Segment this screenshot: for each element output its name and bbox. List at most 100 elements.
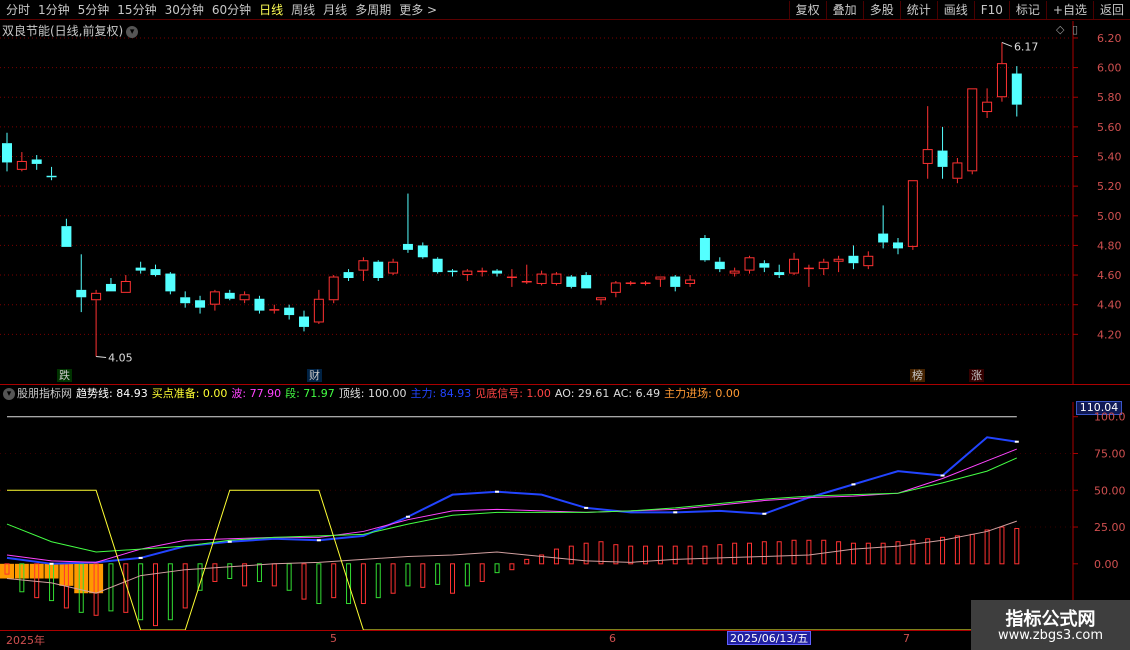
- main-force-dot: [762, 512, 767, 515]
- candle: [432, 257, 443, 274]
- ac-bar: [969, 533, 975, 565]
- ac-bar: [865, 542, 871, 565]
- period-tab[interactable]: 15分钟: [113, 2, 160, 18]
- ac-bar: [479, 563, 485, 582]
- indicator-value: 买点准备: 0.00: [151, 387, 228, 400]
- toolbar-button[interactable]: 复权: [788, 1, 826, 19]
- indicator-tick-label: 50.00: [1094, 484, 1126, 497]
- candle: [462, 269, 473, 281]
- ac-bar: [271, 563, 277, 587]
- indicator-chart[interactable]: 100.0 75.00 50.00 25.00 0.00: [0, 402, 1130, 630]
- candle-body: [165, 273, 176, 292]
- candle: [105, 278, 116, 292]
- candle-body: [299, 316, 309, 327]
- candle-body: [284, 307, 295, 316]
- candlestick-panel[interactable]: 6.20 6.00 5.80 5.60 5.40 5.20 5.00 4.80 4.60 4.40…: [0, 21, 1130, 385]
- candle: [31, 155, 42, 170]
- candle-body: [818, 261, 829, 270]
- ac-bar: [464, 563, 470, 587]
- ac-bar: [836, 541, 842, 565]
- candle-body: [195, 300, 206, 308]
- ac-bar: [331, 563, 337, 599]
- period-tab[interactable]: 分时: [2, 2, 34, 18]
- chevron-down-icon[interactable]: ▾: [3, 387, 15, 400]
- ac-bar: [390, 563, 396, 594]
- chevron-down-icon[interactable]: ▾: [126, 25, 139, 38]
- candle-body: [581, 275, 592, 289]
- candle-body: [16, 160, 27, 170]
- diamond-icon[interactable]: ◇: [1056, 23, 1064, 36]
- watermark-url: www.zbgs3.com: [997, 628, 1104, 643]
- main-force-entry-bar: [89, 563, 104, 594]
- ac-bar: [301, 563, 307, 600]
- date-axis: 2025年 5 6 2025/06/13/五 7: [0, 630, 1130, 650]
- period-tab[interactable]: 周线: [287, 2, 319, 18]
- action-buttons: 复权 叠加 多股 统计 画线 F10 标记 +自选 返回: [788, 1, 1130, 19]
- period-tab[interactable]: 日线: [255, 2, 287, 18]
- toolbar-button[interactable]: 统计: [899, 1, 937, 19]
- marker-cai[interactable]: 财: [307, 369, 322, 382]
- candle: [818, 258, 829, 276]
- candle-body: [596, 297, 606, 301]
- candle-body: [685, 279, 696, 284]
- period-tab[interactable]: 多周期: [351, 2, 395, 18]
- marker-zhang[interactable]: 涨: [969, 369, 984, 382]
- ac-bar: [747, 542, 752, 565]
- indicator-value: 趋势线: 84.93: [76, 387, 148, 400]
- main-force-dot: [495, 490, 500, 493]
- candle-body: [714, 261, 725, 270]
- ac-bar: [687, 545, 693, 565]
- candle: [313, 289, 324, 324]
- ac-bar: [286, 563, 292, 591]
- window-icon[interactable]: ▯: [1072, 23, 1078, 36]
- candle-body: [31, 159, 42, 164]
- candle-body: [893, 242, 903, 249]
- candle: [967, 88, 978, 175]
- candle: [224, 289, 235, 301]
- candle: [878, 205, 889, 249]
- indicator-value: 见底信号: 1.00: [475, 387, 551, 400]
- toolbar-button[interactable]: F10: [973, 1, 1009, 19]
- toolbar-button[interactable]: 标记: [1008, 1, 1046, 19]
- toolbar-button[interactable]: 叠加: [825, 1, 863, 19]
- candle: [536, 270, 547, 286]
- candle-body: [521, 280, 532, 283]
- ac-bar: [761, 541, 767, 565]
- toolbar-button[interactable]: 多股: [862, 1, 900, 19]
- main-force-entry-bar: [0, 563, 14, 579]
- candle: [789, 252, 800, 276]
- candle-body: [328, 276, 339, 301]
- ac-bar: [420, 563, 426, 588]
- candle-body: [833, 258, 844, 262]
- ac-bar: [435, 563, 441, 585]
- ac-bar: [895, 541, 901, 565]
- candle: [402, 193, 413, 253]
- ac-bar: [182, 563, 188, 609]
- candle: [907, 180, 918, 250]
- main-force-dot: [584, 506, 589, 509]
- toolbar-button[interactable]: 画线: [936, 1, 974, 19]
- candle: [2, 132, 12, 172]
- candle: [893, 238, 903, 255]
- candle-body: [76, 289, 87, 298]
- period-tab[interactable]: 5分钟: [74, 2, 114, 18]
- main-force-dot: [940, 474, 945, 477]
- candle: [195, 295, 206, 314]
- period-tab[interactable]: 60分钟: [208, 2, 255, 18]
- marker-die[interactable]: 跌: [57, 369, 72, 382]
- candle: [640, 280, 651, 286]
- period-tab[interactable]: 30分钟: [161, 2, 208, 18]
- marker-bang[interactable]: 榜: [910, 369, 925, 382]
- candle-body: [566, 276, 577, 287]
- period-tab[interactable]: 月线: [319, 2, 351, 18]
- candle-body: [402, 243, 413, 250]
- period-tab[interactable]: 1分钟: [34, 2, 74, 18]
- candle: [135, 261, 146, 274]
- candle-body: [462, 270, 473, 276]
- candlestick-chart[interactable]: 6.20 6.00 5.80 5.60 5.40 5.20 5.00 4.80 4.60 4.40…: [0, 21, 1130, 385]
- selected-date: 2025/06/13/五: [727, 631, 812, 645]
- toolbar-button[interactable]: +自选: [1045, 1, 1093, 19]
- toolbar-button[interactable]: 返回: [1092, 1, 1130, 19]
- candle-body: [388, 261, 399, 274]
- period-tab[interactable]: 更多 >: [395, 2, 441, 18]
